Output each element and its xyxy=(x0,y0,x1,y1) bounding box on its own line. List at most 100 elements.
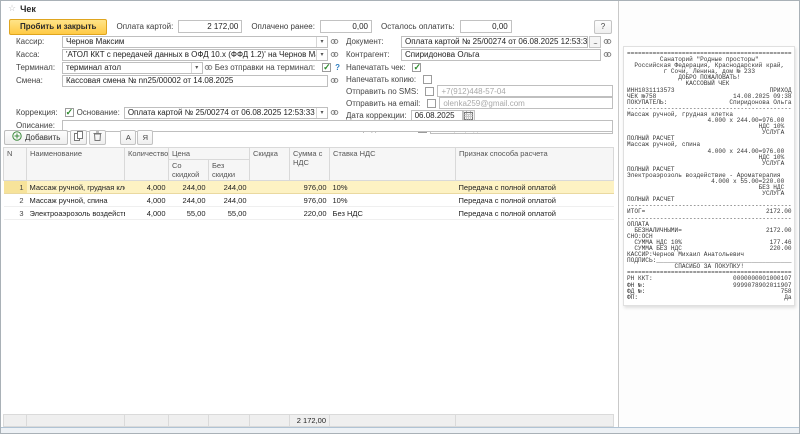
receipt-text: ========================================… xyxy=(627,51,791,301)
correction-checkbox[interactable] xyxy=(65,108,74,117)
cell-sum[interactable]: 976,00 xyxy=(290,194,330,207)
cell-discount[interactable] xyxy=(250,194,290,207)
terminal-label: Терминал: xyxy=(16,63,62,72)
open-link-icon[interactable] xyxy=(328,36,340,48)
send-email-label: Отправить на email: xyxy=(346,99,420,108)
table-row[interactable]: 2 Массаж ручной, спина 4,000 244,00 244,… xyxy=(4,194,614,207)
cell-num[interactable]: 3 xyxy=(4,207,27,220)
cell-qty[interactable]: 4,000 xyxy=(125,194,169,207)
print-receipt-checkbox[interactable] xyxy=(412,63,421,72)
cell-price-full[interactable]: 244,00 xyxy=(209,181,250,194)
cell-vat[interactable]: 10% xyxy=(330,194,456,207)
table-row[interactable]: 3 Электроаэрозоль воздействие - ... 4,00… xyxy=(4,207,614,220)
cell-vat[interactable]: Без НДС xyxy=(330,207,456,220)
cell-num[interactable]: 1 xyxy=(4,181,27,194)
header-price-disc[interactable]: Со скидкой xyxy=(169,160,209,181)
command-bar: Пробить и закрыть Оплата картой: 2 172,0… xyxy=(9,18,612,35)
email-value: olenka259@gmail.com xyxy=(443,99,612,108)
header-name[interactable]: Наименование xyxy=(27,148,125,181)
header-discount[interactable]: Скидка xyxy=(250,148,290,181)
open-link-icon[interactable] xyxy=(328,75,340,87)
cell-price-full[interactable]: 244,00 xyxy=(209,194,250,207)
no-terminal-send-checkbox[interactable] xyxy=(322,63,331,72)
cell-qty[interactable]: 4,000 xyxy=(125,181,169,194)
cell-qty[interactable]: 4,000 xyxy=(125,207,169,220)
chevron-down-icon[interactable] xyxy=(191,63,202,73)
header-price[interactable]: Цена xyxy=(169,148,250,160)
header-vat[interactable]: Ставка НДС xyxy=(330,148,456,181)
cell-name[interactable]: Массаж ручной, спина xyxy=(27,194,125,207)
open-link-icon[interactable] xyxy=(328,49,340,61)
basis-input[interactable]: Оплата картой № 25/00274 от 06.08.2025 1… xyxy=(124,107,328,119)
shift-input[interactable]: Кассовая смена № nn25/00002 от 14.08.202… xyxy=(62,75,328,87)
copy-row-button[interactable] xyxy=(70,130,87,145)
cell-discount[interactable] xyxy=(250,181,290,194)
sort-descending-button[interactable]: Я xyxy=(137,130,153,145)
help-button[interactable]: ? xyxy=(594,20,612,34)
document-form-panel: Пробить и закрыть Оплата картой: 2 172,0… xyxy=(1,16,620,427)
terminal-help-icon[interactable]: ? xyxy=(335,63,340,72)
cell-method[interactable]: Передача с полной оплатой xyxy=(456,194,614,207)
add-row-button[interactable]: Добавить xyxy=(4,130,68,145)
terminal-input[interactable]: терминал атол xyxy=(62,62,203,74)
send-sms-checkbox[interactable] xyxy=(425,87,434,96)
left-to-pay-input[interactable]: 0,00 xyxy=(460,20,512,33)
cell-num[interactable]: 2 xyxy=(4,194,27,207)
print-receipt-row: Напечатать чек: xyxy=(346,61,613,73)
delete-row-button[interactable] xyxy=(89,130,106,145)
copy-icon xyxy=(74,131,83,143)
email-input[interactable]: olenka259@gmail.com xyxy=(439,97,613,109)
terminal-row: Терминал: терминал атол Без отправки на … xyxy=(16,61,340,74)
sort-ascending-button[interactable]: А xyxy=(120,130,136,145)
header-sum[interactable]: Сумма с НДС xyxy=(290,148,330,181)
chevron-down-icon[interactable] xyxy=(316,37,327,47)
counterparty-input[interactable]: Спиридонова Ольга xyxy=(401,49,601,61)
card-payment-input[interactable]: 2 172,00 xyxy=(178,20,242,33)
cell-discount[interactable] xyxy=(250,207,290,220)
header-num[interactable]: N xyxy=(4,148,27,181)
document-input[interactable]: Оплата картой № 25/00274 от 06.08.2025 1… xyxy=(401,36,588,48)
cell-price-full[interactable]: 55,00 xyxy=(209,207,250,220)
header-qty[interactable]: Количество xyxy=(125,148,169,181)
chevron-down-icon[interactable] xyxy=(316,50,327,60)
register-input[interactable]: 'АТОЛ ККТ с передачей данных в ОФД 10.х … xyxy=(62,49,328,61)
cell-sum[interactable]: 220,00 xyxy=(290,207,330,220)
cashier-input[interactable]: Чернов Максим xyxy=(62,36,328,48)
sms-phone-input[interactable]: +7(912)448-57-04 xyxy=(437,85,613,97)
totals-empty xyxy=(169,415,209,427)
print-copy-checkbox[interactable] xyxy=(423,75,432,84)
register-row: Касса: 'АТОЛ ККТ с передачей данных в ОФ… xyxy=(16,48,340,61)
cell-sum[interactable]: 976,00 xyxy=(290,181,330,194)
favorite-star-icon[interactable]: ☆ xyxy=(8,4,16,13)
open-link-icon[interactable] xyxy=(601,49,613,61)
cell-vat[interactable]: 10% xyxy=(330,181,456,194)
open-link-icon[interactable] xyxy=(328,107,340,119)
open-link-icon[interactable] xyxy=(203,62,215,74)
add-plus-icon xyxy=(12,131,22,143)
cell-method[interactable]: Передача с полной оплатой xyxy=(456,181,614,194)
chevron-down-icon[interactable] xyxy=(316,108,327,118)
form-gap xyxy=(16,87,340,106)
cell-method[interactable]: Передача с полной оплатой xyxy=(456,207,614,220)
header-method[interactable]: Признак способа расчета xyxy=(456,148,614,181)
shift-value: Кассовая смена № nn25/00002 от 14.08.202… xyxy=(66,76,327,85)
document-more-button[interactable]: ... xyxy=(589,36,601,48)
cell-name[interactable]: Электроаэрозоль воздействие - ... xyxy=(27,207,125,220)
table-row[interactable]: 1 Массаж ручной, грудная клетка 4,000 24… xyxy=(4,181,614,194)
open-link-icon[interactable] xyxy=(601,36,613,48)
cashier-value: Чернов Максим xyxy=(66,37,316,46)
header-price-full[interactable]: Без скидки xyxy=(209,160,250,181)
basis-value: Оплата картой № 25/00274 от 06.08.2025 1… xyxy=(128,108,316,117)
cell-price-disc[interactable]: 244,00 xyxy=(169,181,209,194)
page-title: Чек xyxy=(20,4,36,14)
send-email-checkbox[interactable] xyxy=(427,99,436,108)
sort-group: А Я xyxy=(120,130,153,145)
totals-sum: 2 172,00 xyxy=(290,415,330,427)
trash-icon xyxy=(93,131,102,143)
cell-price-disc[interactable]: 55,00 xyxy=(169,207,209,220)
post-and-close-button[interactable]: Пробить и закрыть xyxy=(9,19,107,35)
paid-earlier-input[interactable]: 0,00 xyxy=(320,20,372,33)
cell-price-disc[interactable]: 244,00 xyxy=(169,194,209,207)
cell-name[interactable]: Массаж ручной, грудная клетка xyxy=(27,181,125,194)
items-toolbar: Добавить А Я xyxy=(4,129,153,145)
